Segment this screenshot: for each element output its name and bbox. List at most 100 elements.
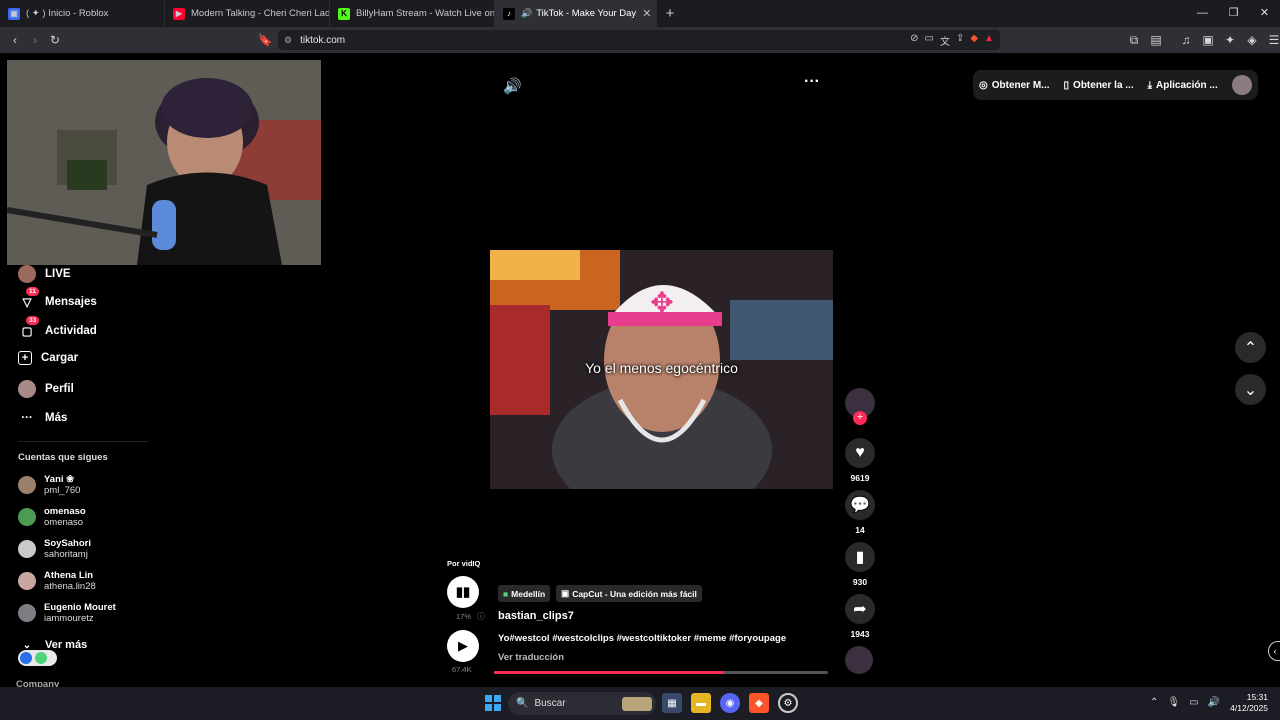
following-handle: pml_760 — [44, 485, 81, 496]
next-video-button[interactable]: ⌄ — [1235, 374, 1266, 405]
previous-video-button[interactable]: ⌃ — [1235, 332, 1266, 363]
comment-button[interactable]: 💬 14 — [845, 490, 875, 535]
share-button[interactable]: ➦ 1943 — [845, 594, 875, 639]
share-count: 1943 — [850, 629, 870, 639]
screen-icon[interactable]: ▭ — [925, 33, 934, 48]
upload-icon: + — [18, 351, 32, 365]
sidebar-icon[interactable]: ▤ — [1146, 30, 1166, 50]
steam-app[interactable]: ⚙ — [778, 693, 798, 713]
creator-avatar[interactable]: + — [845, 388, 875, 425]
folder-icon: ▬ — [696, 697, 706, 709]
get-coins-button[interactable]: ◎ Obtener M... — [979, 80, 1050, 91]
site-info-icon[interactable]: ⚙ — [284, 35, 292, 46]
minimize-button[interactable]: — — [1187, 0, 1218, 27]
volume-icon[interactable]: 🔊 — [503, 77, 522, 95]
taskbar-search[interactable]: 🔍 Buscar — [508, 692, 656, 715]
heart-icon: ♥ — [845, 438, 875, 468]
following-item-athena[interactable]: Athena Lin athena.lin28 — [18, 570, 96, 592]
discord-app[interactable]: ◉ — [720, 693, 740, 713]
start-button[interactable] — [483, 693, 503, 713]
tab-kick[interactable]: K BillyHam Stream - Watch Live on Kick — [330, 0, 495, 27]
tab-youtube[interactable]: ▶ Modern Talking - Cheri Cheri Lady (C — [165, 0, 330, 27]
close-tab-icon[interactable]: ✕ — [636, 7, 651, 20]
new-tab-button[interactable]: + — [657, 5, 683, 22]
location-icon: ■ — [503, 588, 509, 599]
following-item-soysahori[interactable]: SoySahori sahoritamj — [18, 538, 91, 560]
like-button[interactable]: ♥ 9619 — [845, 438, 875, 483]
widgets-app[interactable]: ▦ — [662, 693, 682, 713]
wallet-icon[interactable]: ▣ — [1198, 30, 1218, 50]
get-app-button[interactable]: ▯ Obtener la ... — [1064, 80, 1134, 91]
capcut-tag[interactable]: ▣ CapCut - Una edición más fácil — [556, 585, 702, 602]
brave-shield-icon[interactable]: ◆ — [970, 33, 978, 48]
vidiq-stats-button[interactable]: ▮▮ — [447, 576, 479, 608]
more-icon: ··· — [21, 412, 33, 424]
youtube-icon: ▶ — [173, 7, 185, 20]
nav-profile[interactable]: Perfil — [18, 380, 74, 398]
windows-icon — [485, 695, 501, 711]
music-icon[interactable]: ♫ — [1176, 30, 1196, 50]
microphone-icon[interactable]: 🎙 — [1167, 697, 1180, 708]
leo-icon[interactable]: ✦ — [1220, 30, 1240, 50]
info-icon[interactable]: ⓘ — [477, 611, 485, 622]
close-window-button[interactable]: ✕ — [1249, 0, 1280, 27]
kick-icon: K — [338, 7, 350, 20]
address-bar[interactable]: ⚙ tiktok.com ⊘ ▭ 文 ⇪ ◆ ▲ — [278, 30, 1000, 50]
translate-icon[interactable]: 文 — [940, 33, 950, 48]
nav-messages[interactable]: ▽ 11 Mensajes — [18, 287, 97, 311]
forward-icon[interactable]: › — [25, 30, 45, 50]
collapse-side-panel-icon[interactable]: ‹ — [1268, 641, 1280, 661]
tray-chevron-icon[interactable]: ⌃ — [1150, 697, 1158, 708]
brave-app[interactable]: ◆ — [749, 693, 769, 713]
nav-upload[interactable]: + Cargar — [18, 351, 78, 365]
see-more-label: Ver más — [45, 639, 88, 651]
brave-rewards-icon[interactable]: ▲ — [984, 33, 994, 48]
following-item-eugenio[interactable]: Eugenio Mouret iammouretz — [18, 602, 116, 624]
video-player[interactable]: ✥ Yo el menos egocéntrico — [490, 250, 833, 489]
vpn-icon[interactable]: ◈ — [1242, 30, 1262, 50]
nav-messages-label: Mensajes — [45, 296, 97, 308]
url-text[interactable]: tiktok.com — [300, 35, 345, 46]
location-tag[interactable]: ■ Medellín — [498, 585, 551, 602]
reload-icon[interactable]: ↻ — [45, 30, 65, 50]
music-disc[interactable] — [845, 646, 873, 674]
play-button[interactable]: ▶ — [447, 630, 479, 662]
translate-link[interactable]: Ver traducción — [498, 652, 564, 663]
speaker-icon[interactable]: 🔊 — [1208, 697, 1220, 708]
company-link[interactable]: Company — [16, 679, 59, 687]
menu-icon[interactable]: ☰ — [1264, 30, 1280, 50]
video-caption: Yo el menos egocéntrico — [585, 360, 738, 376]
clock[interactable]: 15:31 4/12/2025 — [1226, 692, 1268, 714]
nav-more[interactable]: ··· Más — [18, 409, 67, 427]
extensions-icon[interactable]: ⧉ — [1124, 30, 1144, 50]
more-options-icon[interactable]: ··· — [804, 73, 820, 91]
avatar — [18, 508, 36, 526]
profile-icon — [18, 380, 36, 398]
following-item-yani[interactable]: Yani ❀ pml_760 — [18, 474, 80, 496]
share-icon[interactable]: ⇪ — [956, 33, 964, 48]
no-track-icon[interactable]: ⊘ — [910, 33, 918, 48]
user-avatar[interactable] — [1232, 75, 1252, 95]
nav-live[interactable]: LIVE — [18, 265, 71, 283]
desktop-app-button[interactable]: ⤓ Aplicación ... — [1148, 80, 1218, 91]
search-placeholder: Buscar — [534, 698, 566, 709]
bookmark-icon[interactable]: 🔖 — [255, 30, 275, 50]
get-app-label: Obtener la ... — [1073, 79, 1134, 91]
video-progress-bar[interactable] — [494, 671, 828, 674]
network-icon[interactable]: ▭ — [1189, 697, 1198, 708]
video-username[interactable]: bastian_clips7 — [498, 610, 574, 622]
desktop-app-label: Aplicación ... — [1156, 79, 1218, 91]
save-button[interactable]: ▮ 930 — [845, 542, 875, 587]
avatar — [18, 540, 36, 558]
tab-tiktok[interactable]: ♪ 🔊 TikTok - Make Your Day ✕ — [495, 0, 657, 27]
maximize-button[interactable]: ❐ — [1218, 0, 1249, 27]
extension-widget[interactable] — [18, 650, 57, 666]
share-icon: ➦ — [845, 594, 875, 624]
follow-plus-icon[interactable]: + — [853, 411, 867, 425]
tab-roblox[interactable]: ▣ ( ✦ ) Inicio - Roblox — [0, 0, 165, 27]
file-explorer-app[interactable]: ▬ — [691, 693, 711, 713]
following-item-omenaso[interactable]: omenaso omenaso — [18, 506, 86, 528]
back-icon[interactable]: ‹ — [5, 30, 25, 50]
nav-activity[interactable]: ▢ 33 Actividad — [18, 316, 97, 340]
clock-time: 15:31 — [1246, 692, 1268, 702]
